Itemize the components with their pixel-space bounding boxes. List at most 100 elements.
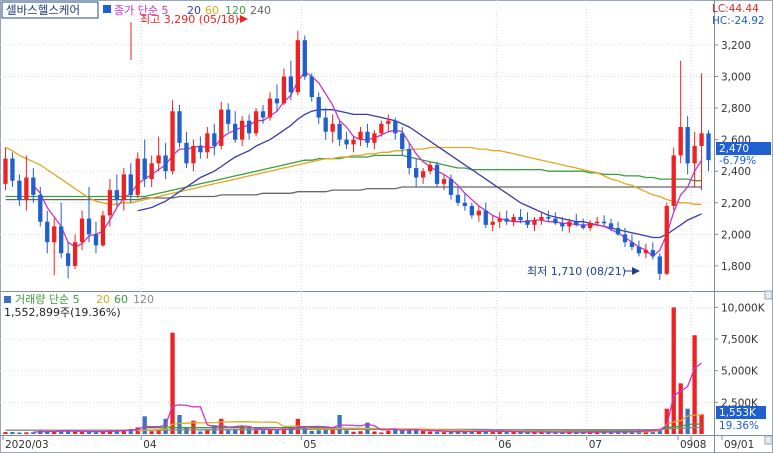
- candle-body: [414, 168, 419, 178]
- candle-body: [685, 127, 690, 164]
- candle-body: [114, 190, 120, 200]
- candle-body: [469, 205, 475, 216]
- candle-body: [107, 190, 113, 216]
- candle-body: [560, 223, 565, 227]
- candle-body: [441, 179, 447, 184]
- vol-ma20-label[interactable]: 20: [96, 293, 110, 306]
- candle-body: [295, 40, 300, 93]
- volume-legend-swatch: [4, 296, 11, 303]
- candle-body: [629, 242, 635, 247]
- candle-body: [678, 127, 683, 156]
- candle-body: [664, 205, 669, 274]
- volume-bar: [142, 416, 147, 434]
- candle-body: [212, 133, 217, 146]
- candle-body: [198, 145, 203, 153]
- volume-bar: [685, 408, 690, 434]
- candle-body: [434, 164, 440, 184]
- candle-body: [65, 253, 71, 266]
- panel-scroll-handle[interactable]: [764, 290, 773, 300]
- candle-body: [657, 256, 662, 274]
- volume-bar: [316, 430, 321, 434]
- candle-body: [3, 158, 8, 184]
- candle-body: [636, 246, 642, 254]
- lc-readout: LC:44.44: [712, 3, 759, 15]
- candle-body: [205, 133, 210, 153]
- candle-body: [260, 111, 266, 118]
- candle-body: [17, 180, 22, 200]
- candle-body: [253, 111, 259, 134]
- vol-ma120-label[interactable]: 120: [133, 293, 154, 306]
- candle-body: [163, 155, 168, 172]
- volume-bar: [79, 431, 85, 434]
- candle-body: [59, 226, 64, 254]
- volume-bar: [65, 431, 71, 434]
- volume-bar: [72, 431, 78, 434]
- low-annotation: 최저 1,710 (08/21): [527, 265, 626, 278]
- volume-label[interactable]: 거래량 단순 5: [15, 293, 80, 306]
- volume-bar: [198, 431, 203, 434]
- price-tick-label: 2,200: [721, 198, 751, 210]
- volume-bar: [170, 332, 175, 434]
- volume-bar: [17, 432, 22, 434]
- candle-body: [532, 220, 537, 225]
- price-tick-label: 1,800: [721, 261, 751, 273]
- volume-bar: [692, 335, 697, 434]
- volume-bar: [24, 432, 29, 434]
- candle-body: [511, 216, 516, 222]
- volume-bar: [309, 430, 314, 434]
- chart-background: [0, 0, 773, 453]
- candle-body: [365, 131, 370, 143]
- volume-tick-label: 7,500K: [721, 334, 759, 346]
- candle-body: [93, 234, 99, 246]
- hc-readout: HC:-24.92: [712, 15, 765, 27]
- volume-bar: [434, 431, 440, 434]
- volume-bar: [671, 307, 676, 434]
- volume-bar: [372, 431, 377, 434]
- candle-body: [323, 117, 328, 132]
- candle-body: [372, 133, 377, 143]
- axis-scroll-handle[interactable]: [764, 435, 773, 445]
- volume-bar: [497, 431, 502, 434]
- volume-tick-label: 10,000K: [721, 302, 766, 314]
- volume-bar: [205, 429, 210, 434]
- candle-body: [267, 98, 273, 118]
- candle-body: [671, 155, 676, 206]
- candle-body: [344, 139, 349, 145]
- volume-bar: [177, 415, 182, 434]
- price-tick-label: 2,000: [721, 229, 751, 241]
- volume-bar: [414, 430, 419, 434]
- x-tick-label: 09/01: [724, 439, 754, 451]
- candle-body: [184, 142, 189, 164]
- candle-body: [476, 210, 481, 216]
- price-legend-swatch: [103, 5, 111, 13]
- candle-body: [497, 218, 502, 222]
- candle-body: [546, 216, 551, 219]
- vol-ma60-label[interactable]: 60: [114, 293, 128, 306]
- candle-body: [316, 97, 321, 118]
- volume-bar: [420, 430, 426, 434]
- candle-body: [274, 98, 280, 104]
- price-tick-label: 2,400: [721, 166, 751, 178]
- candle-body: [226, 109, 231, 124]
- candle-body: [462, 202, 468, 206]
- candle-body: [386, 120, 391, 124]
- candle-body: [601, 221, 607, 224]
- candle-body: [567, 221, 572, 227]
- volume-bar: [379, 432, 384, 434]
- chart-canvas: 1,8002,0002,2002,4002,6002,8003,0003,200…: [0, 0, 773, 453]
- x-tick-label: 05: [303, 439, 316, 451]
- candle-body: [448, 179, 454, 195]
- candle-body: [309, 76, 314, 98]
- ma240-label[interactable]: 240: [250, 4, 271, 17]
- candle-body: [539, 216, 544, 221]
- candle-body: [379, 123, 384, 134]
- candle-body: [692, 145, 697, 164]
- candle-body: [330, 123, 335, 132]
- candle-body: [79, 218, 85, 243]
- candle-body: [518, 216, 523, 221]
- last-volume-pct: 19.36%: [719, 420, 759, 432]
- candle-body: [588, 223, 593, 229]
- volume-bar: [253, 429, 259, 434]
- candle-body: [177, 111, 182, 143]
- x-tick-label: 09: [680, 439, 693, 451]
